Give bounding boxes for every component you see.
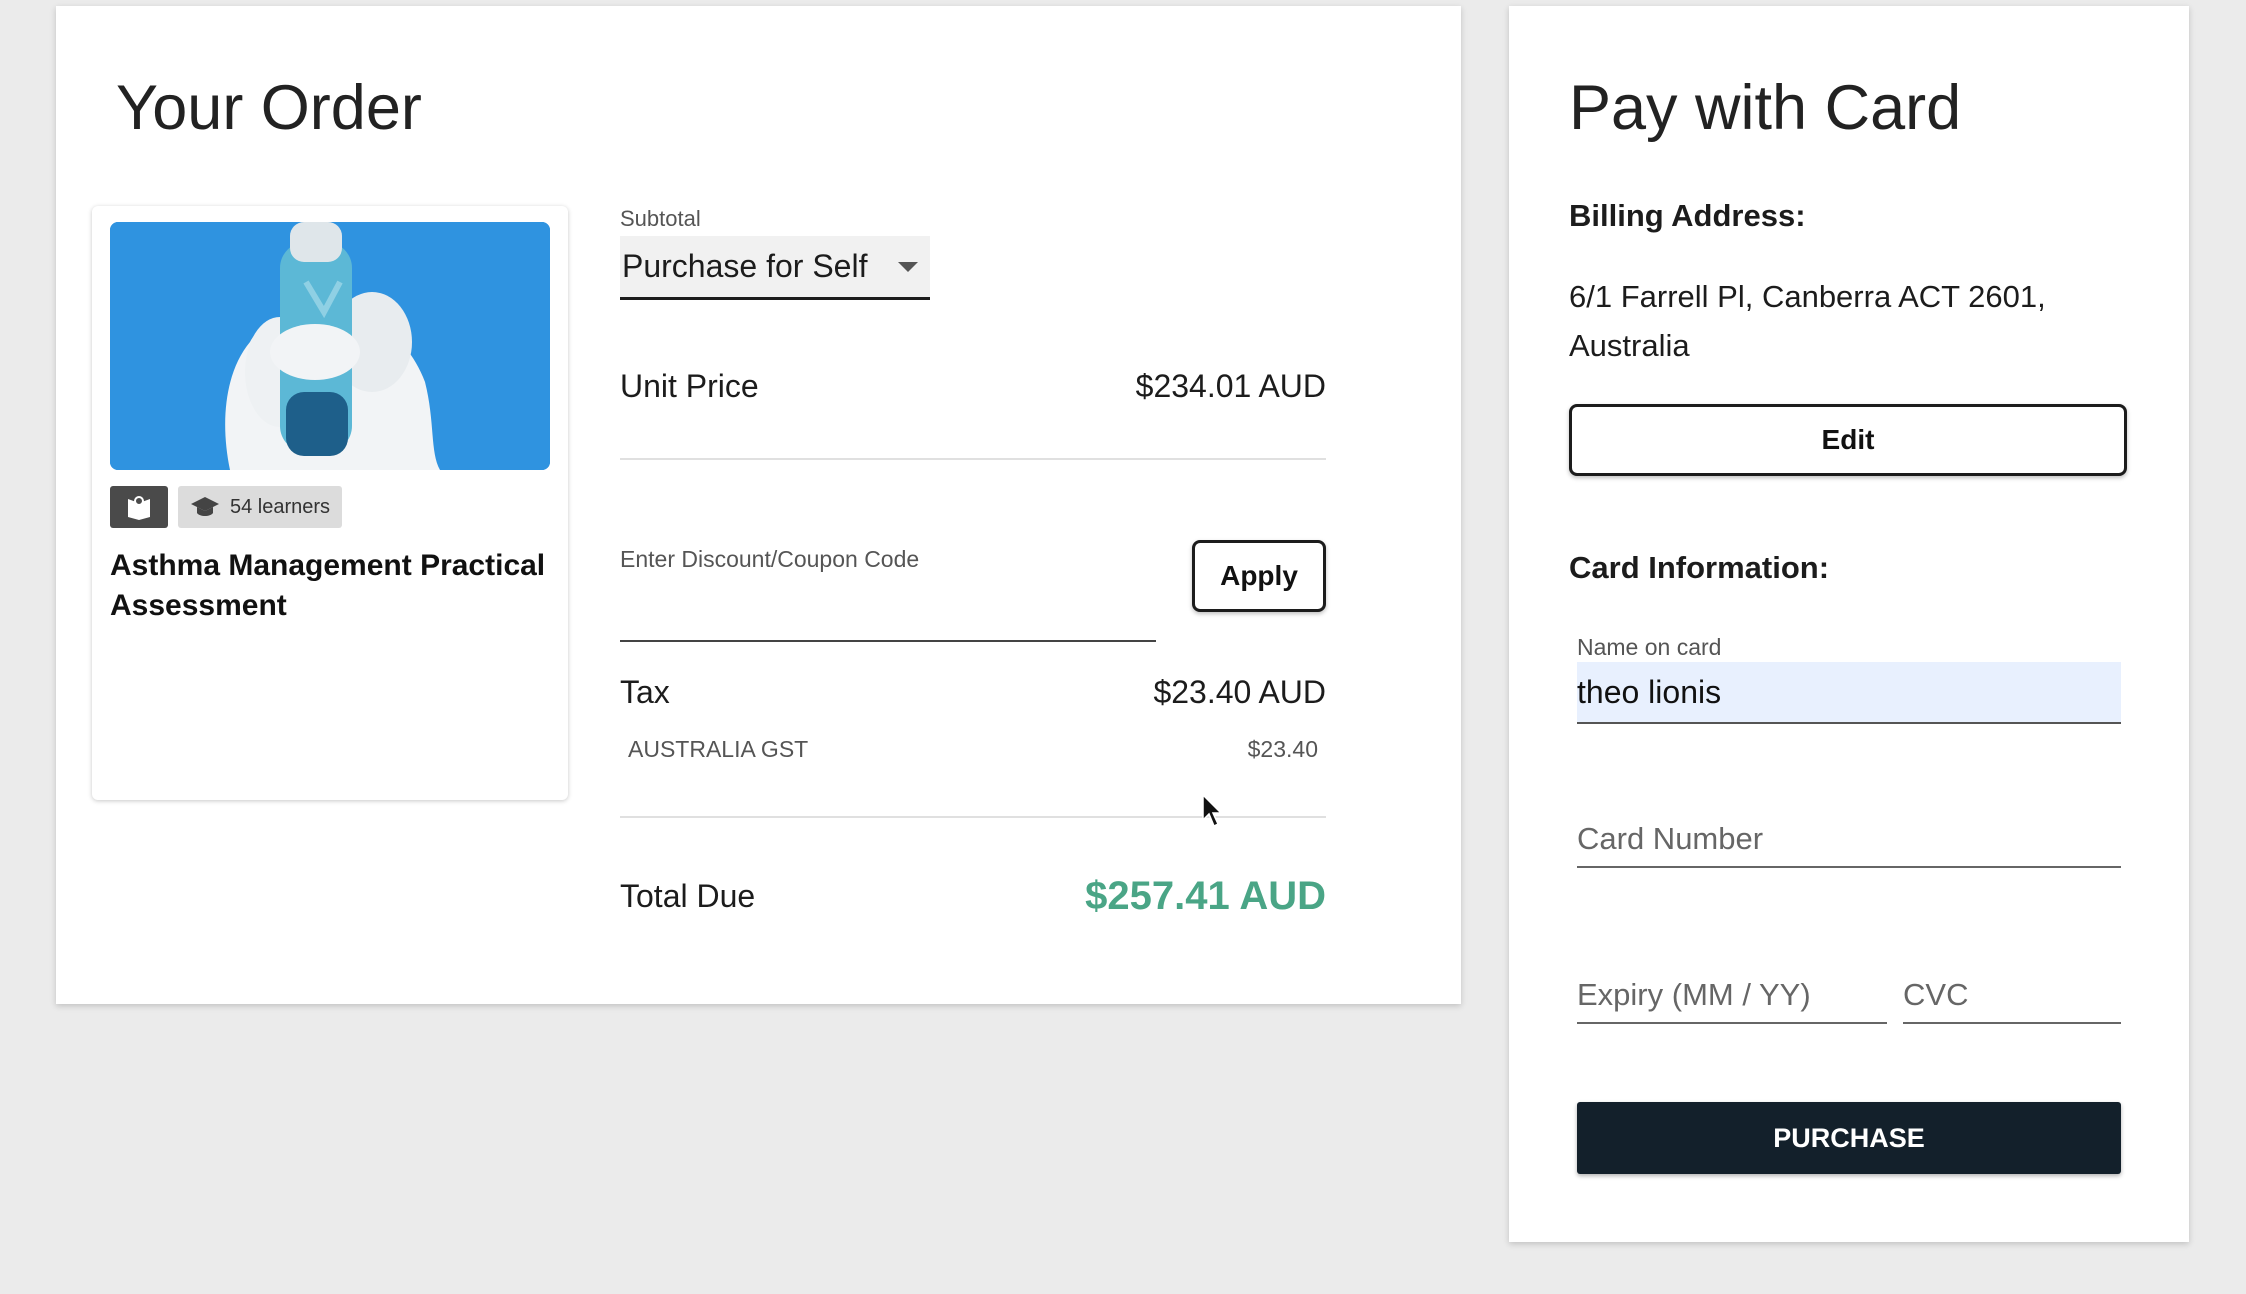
purchase-option-value: Purchase for Self xyxy=(622,248,868,284)
payment-panel: Pay with Card Billing Address: 6/1 Farre… xyxy=(1509,6,2189,1242)
purchase-button[interactable]: PURCHASE xyxy=(1577,1102,2121,1174)
course-image xyxy=(110,222,550,470)
subtotal-label: Subtotal xyxy=(620,206,701,231)
course-card[interactable]: 54 learners Asthma Management Practical … xyxy=(92,206,568,800)
edit-address-button[interactable]: Edit xyxy=(1569,404,2127,476)
total-value: $257.41 AUD xyxy=(1085,874,1326,918)
payment-title: Pay with Card xyxy=(1569,73,1962,143)
discount-label: Enter Discount/Coupon Code xyxy=(620,546,920,572)
chevron-down-icon xyxy=(898,261,918,272)
mouse-cursor-icon xyxy=(1202,794,1223,828)
billing-heading: Billing Address: xyxy=(1569,198,1806,233)
unit-price-label: Unit Price xyxy=(620,368,759,404)
divider xyxy=(620,458,1326,460)
purchase-option-select[interactable]: Purchase for Self xyxy=(620,236,930,300)
learners-badge: 54 learners xyxy=(178,486,343,528)
total-label: Total Due xyxy=(620,878,756,914)
billing-address: 6/1 Farrell Pl, Canberra ACT 2601, Austr… xyxy=(1569,279,2046,363)
tax-row: Tax $23.40 AUD xyxy=(620,674,1326,711)
discount-code-input[interactable] xyxy=(620,586,1156,642)
asthma-inhaler-image xyxy=(110,222,550,470)
order-title: Your Order xyxy=(116,73,422,143)
gst-value: $23.40 xyxy=(1247,736,1318,762)
graduation-cap-icon xyxy=(191,497,219,516)
apply-button[interactable]: Apply xyxy=(1192,540,1326,612)
course-title: Asthma Management Practical Assessment xyxy=(110,549,546,622)
cvc-input[interactable] xyxy=(1903,968,2121,1024)
course-book-icon xyxy=(110,486,168,528)
gst-label: AUSTRALIA GST xyxy=(628,736,809,762)
tax-label: Tax xyxy=(620,674,670,710)
card-info-heading: Card Information: xyxy=(1569,550,1830,585)
card-number-input[interactable] xyxy=(1577,812,2121,868)
order-panel: Your Order 54 learners Asthma Management… xyxy=(56,6,1461,1004)
name-on-card-input[interactable] xyxy=(1577,662,2121,724)
name-on-card-label: Name on card xyxy=(1577,634,1722,660)
learners-count: 54 learners xyxy=(230,495,331,518)
total-row: Total Due $257.41 AUD xyxy=(620,874,1326,919)
tax-value: $23.40 AUD xyxy=(1153,674,1326,710)
expiry-input[interactable] xyxy=(1577,968,1887,1024)
unit-price-value: $234.01 AUD xyxy=(1135,368,1326,404)
gst-row: AUSTRALIA GST $23.40 xyxy=(628,736,1318,763)
unit-price-row: Unit Price $234.01 AUD xyxy=(620,368,1326,405)
